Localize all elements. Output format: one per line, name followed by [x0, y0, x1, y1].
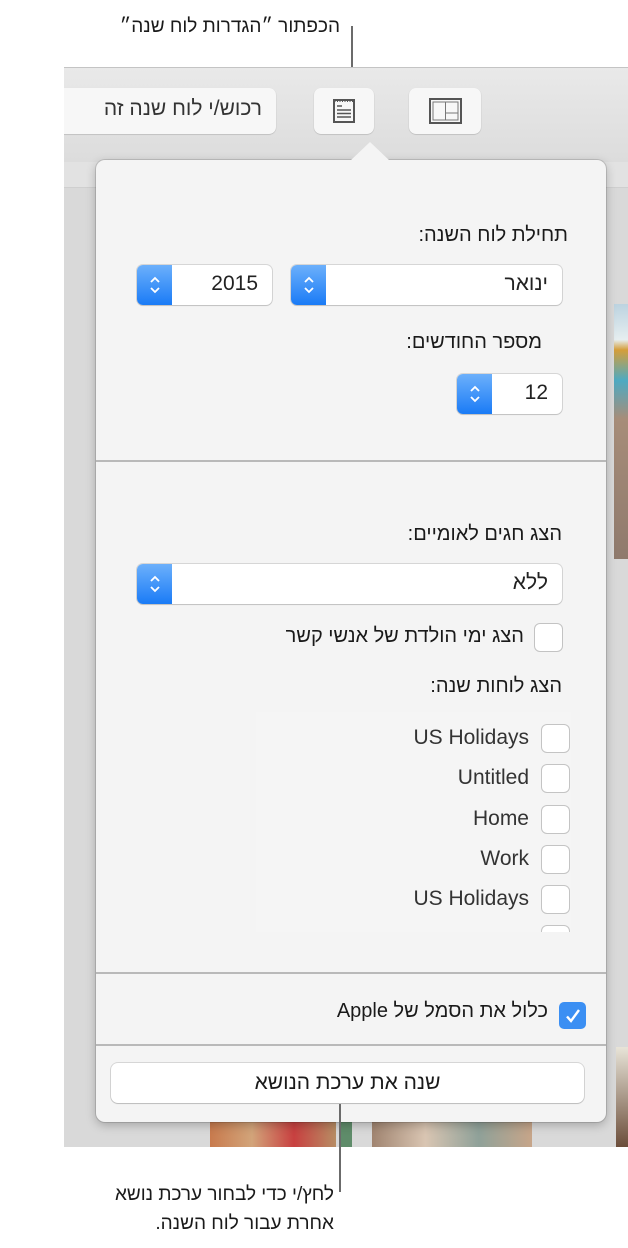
calendar-name: Home [472, 807, 529, 830]
calendar-list-item[interactable]: Home [256, 805, 571, 835]
callout-line: לחץ/י כדי לבחור ערכת נושא [114, 1184, 334, 1205]
national-holidays-select[interactable]: ללא [137, 564, 562, 604]
photo-thumbnail [372, 1122, 532, 1147]
birthdays-checkbox[interactable] [535, 624, 562, 651]
photo-thumbnail [340, 1122, 352, 1147]
popover-arrow [350, 142, 390, 161]
calendar-list-item[interactable]: Work [256, 845, 571, 875]
calendar-settings-icon [333, 99, 355, 123]
calendar-list-item-partial[interactable] [256, 925, 571, 932]
calendar-list-item[interactable]: US Holidays [256, 885, 571, 915]
toolbar: רכוש/י לוח שנה זה [64, 67, 628, 163]
calendar-checkbox[interactable] [542, 926, 569, 932]
section-divider [96, 972, 606, 974]
up-down-chevron-icon [457, 374, 492, 414]
section-divider [96, 1044, 606, 1046]
calendar-checkbox[interactable] [542, 806, 569, 833]
change-theme-callout: לחץ/י כדי לבחור ערכת נושא אחרת עבור לוח … [115, 1180, 334, 1238]
calendar-settings-popover: תחילת לוח השנה: ינואר 2015 מספר החודשים:… [96, 142, 606, 1122]
calendar-name: US Holidays [413, 887, 529, 910]
apple-logo-label: כלול את הסמל של Apple [336, 1000, 548, 1022]
calendar-checkbox[interactable] [542, 846, 569, 873]
show-calendars-label: הצג לוחות שנה: [430, 675, 562, 697]
months-count-label: מספר החודשים: [406, 331, 542, 353]
photo-thumbnail [614, 304, 628, 559]
months-count-value: 12 [524, 381, 548, 404]
start-year-value: 2015 [211, 272, 258, 295]
up-down-chevron-icon [137, 564, 172, 604]
photo-thumbnail [210, 1122, 336, 1147]
calendar-start-label: תחילת לוח השנה: [418, 224, 568, 246]
calendar-checkbox[interactable] [542, 765, 569, 792]
national-holidays-label: הצג חגים לאומיים: [407, 523, 562, 545]
start-month-select[interactable]: ינואר [291, 265, 562, 305]
photo-thumbnail [616, 1047, 628, 1147]
callout-leader-line-bottom [339, 1104, 341, 1192]
calendars-list[interactable]: US Holidays Untitled Home Work US Holida… [256, 712, 571, 932]
calendar-name: Untitled [457, 766, 529, 789]
start-month-value: ינואר [504, 272, 549, 295]
up-down-chevron-icon [137, 265, 172, 305]
calendar-list-item[interactable]: US Holidays [256, 724, 571, 754]
calendar-list-item[interactable]: Untitled [256, 764, 571, 794]
national-holidays-value: ללא [512, 571, 548, 594]
layout-button[interactable] [409, 88, 481, 134]
birthdays-label: הצג ימי הולדת של אנשי קשר [285, 625, 524, 647]
calendar-name: Work [480, 847, 529, 870]
calendar-checkbox[interactable] [542, 725, 569, 752]
calendar-name: US Holidays [413, 726, 529, 749]
print-calendar-button[interactable]: רכוש/י לוח שנה זה [64, 88, 276, 134]
callout-line: אחרת עבור לוח השנה. [155, 1213, 334, 1234]
calendar-checkbox[interactable] [542, 886, 569, 913]
up-down-chevron-icon [291, 265, 326, 305]
checkmark-icon [565, 1008, 580, 1023]
layout-icon [429, 98, 462, 124]
months-count-stepper[interactable]: 12 [457, 374, 562, 414]
print-calendar-label: רכוש/י לוח שנה זה [103, 97, 262, 120]
settings-button-callout: הכפתור ״הגדרות לוח שנה״ [119, 16, 340, 37]
calendar-settings-button[interactable] [314, 88, 374, 134]
start-year-stepper[interactable]: 2015 [137, 265, 272, 305]
change-theme-button[interactable]: שנה את ערכת הנושא [111, 1063, 584, 1103]
section-divider [96, 460, 606, 462]
apple-logo-checkbox[interactable] [559, 1002, 586, 1029]
